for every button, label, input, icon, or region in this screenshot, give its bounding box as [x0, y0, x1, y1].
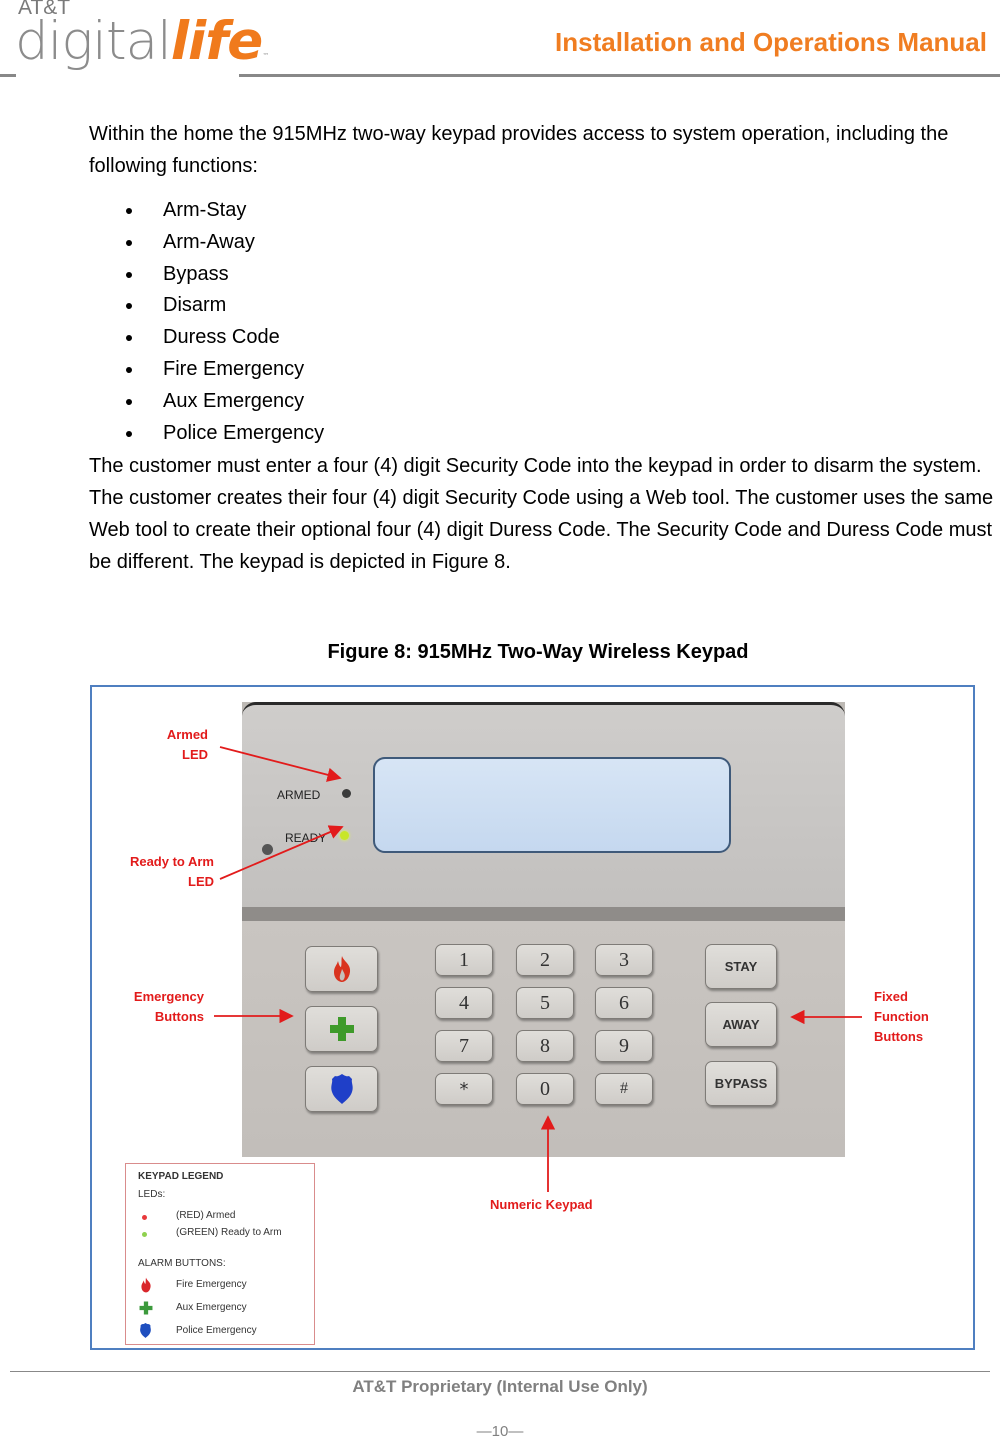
aux-emergency-button[interactable]	[305, 1006, 378, 1052]
numeric-keypad-annotation: Numeric Keypad	[490, 1197, 593, 1212]
annotation-line: Ready to Arm	[129, 854, 214, 869]
page-number: —10—	[476, 1423, 524, 1440]
ready-led-label: READY	[285, 831, 327, 845]
star-key[interactable]: *	[435, 1073, 493, 1105]
annotation-line: Emergency	[133, 989, 204, 1004]
bullet-icon	[126, 303, 132, 310]
bullet-icon	[126, 208, 132, 214]
list-item: Duress Code	[126, 322, 324, 354]
security-code-paragraph: The customer must enter a four (4) digit…	[89, 455, 994, 573]
list-item-text: Arm-Away	[163, 230, 255, 253]
legend-alarm-heading: ALARM BUTTONS:	[138, 1258, 226, 1269]
medical-cross-icon	[329, 1017, 354, 1041]
bypass-button[interactable]: BYPASS	[705, 1061, 777, 1106]
keypad-divider	[242, 907, 845, 921]
numeric-key-1[interactable]: 1	[435, 944, 493, 976]
intro-paragraph: Within the home the 915MHz two-way keypa…	[89, 123, 949, 177]
list-item-text: Bypass	[163, 262, 229, 285]
list-item-text: Disarm	[163, 294, 227, 317]
legend-item: (GREEN) Ready to Arm	[176, 1227, 282, 1238]
legend-item: Fire Emergency	[176, 1279, 247, 1290]
keypad-device: ARMED READY 1 2 3 4 5 6 7 8 9 * 0 # STAY…	[242, 702, 845, 1157]
away-button[interactable]: AWAY	[705, 1002, 777, 1047]
lcd-screen	[373, 757, 731, 853]
red-led-dot-icon	[142, 1215, 147, 1220]
logo-wordmark: digitallife™	[15, 11, 269, 72]
ready-led	[340, 831, 349, 840]
numeric-key-8[interactable]: 8	[516, 1030, 574, 1062]
numeric-key-2[interactable]: 2	[516, 944, 574, 976]
list-item: Disarm	[126, 290, 324, 322]
legend-leds-heading: LEDs:	[138, 1189, 166, 1200]
list-item: Aux Emergency	[126, 386, 324, 418]
logo-life-text: life	[170, 11, 263, 72]
fire-icon	[333, 956, 350, 982]
legend-item: (RED) Armed	[176, 1210, 236, 1221]
list-item: Arm-Stay	[126, 195, 324, 227]
header-divider-gap	[16, 74, 239, 77]
annotation-line: LED	[188, 874, 214, 889]
legend-title: KEYPAD LEGEND	[138, 1171, 224, 1182]
annotation-line: Fixed	[874, 989, 908, 1004]
bullet-icon	[126, 335, 132, 342]
bullet-icon	[126, 239, 132, 246]
annotation-line: Function	[874, 1009, 929, 1024]
police-shield-icon	[330, 1074, 353, 1104]
footer-divider	[10, 1371, 990, 1372]
bullet-icon	[126, 430, 132, 437]
armed-led	[342, 789, 351, 798]
list-item-text: Police Emergency	[163, 421, 325, 444]
list-item-text: Arm-Stay	[163, 199, 247, 221]
numeric-key-5[interactable]: 5	[516, 987, 574, 1019]
police-shield-icon	[140, 1323, 151, 1338]
fixed-function-annotation: Fixed Function Buttons	[874, 987, 929, 1047]
medical-cross-icon	[139, 1301, 153, 1315]
logo-trademark: ™	[262, 52, 269, 60]
bullet-icon	[126, 271, 132, 278]
police-emergency-button[interactable]	[305, 1066, 378, 1112]
annotation-line: Buttons	[874, 1029, 924, 1044]
keypad-button-panel: 1 2 3 4 5 6 7 8 9 * 0 # STAY AWAY BYPASS	[242, 921, 845, 1157]
legend-item: Aux Emergency	[176, 1302, 247, 1313]
armed-led-annotation: Armed LED	[158, 725, 208, 765]
numeric-key-6[interactable]: 6	[595, 987, 653, 1019]
numeric-key-9[interactable]: 9	[595, 1030, 653, 1062]
list-item: Arm-Away	[126, 227, 324, 259]
numeric-key-4[interactable]: 4	[435, 987, 493, 1019]
fire-icon	[141, 1277, 151, 1293]
fire-emergency-button[interactable]	[305, 946, 378, 992]
keypad-display-panel: ARMED READY	[242, 702, 845, 912]
emergency-buttons-annotation: Emergency Buttons	[112, 987, 204, 1027]
legend-item: Police Emergency	[176, 1325, 257, 1336]
bullet-icon	[126, 366, 132, 373]
armed-led-label: ARMED	[277, 788, 321, 802]
list-item: Police Emergency	[126, 418, 324, 450]
ready-led-annotation: Ready to Arm LED	[116, 852, 214, 892]
numeric-key-3[interactable]: 3	[595, 944, 653, 976]
annotation-line: LED	[182, 747, 208, 762]
proprietary-notice: AT&T Proprietary (Internal Use Only)	[352, 1377, 648, 1396]
list-item-text: Fire Emergency	[163, 357, 305, 380]
numeric-key-0[interactable]: 0	[516, 1073, 574, 1105]
screw-icon	[262, 844, 273, 855]
pound-key[interactable]: #	[595, 1073, 653, 1105]
list-item-text: Duress Code	[163, 326, 280, 349]
bullet-icon	[126, 398, 132, 405]
annotation-line: Buttons	[154, 1009, 204, 1024]
logo-digital-text: digital	[15, 11, 172, 72]
stay-button[interactable]: STAY	[705, 944, 777, 989]
numeric-key-7[interactable]: 7	[435, 1030, 493, 1062]
list-item: Fire Emergency	[126, 354, 324, 386]
list-item: Bypass	[126, 259, 324, 291]
keypad-figure: ARMED READY 1 2 3 4 5 6 7 8 9 * 0 # STAY…	[90, 685, 975, 1350]
figure-caption: Figure 8: 915MHz Two-Way Wireless Keypad	[327, 641, 749, 663]
att-digital-life-logo: AT&T digitallife™	[15, 0, 269, 76]
keypad-legend: KEYPAD LEGEND LEDs: (RED) Armed (GREEN) …	[125, 1163, 315, 1345]
list-item-text: Aux Emergency	[163, 389, 305, 412]
manual-title: Installation and Operations Manual	[555, 27, 987, 57]
function-list: Arm-Stay Arm-Away Bypass Disarm Duress C…	[126, 195, 324, 449]
annotation-line: Armed	[166, 727, 208, 742]
green-led-dot-icon	[142, 1232, 147, 1237]
